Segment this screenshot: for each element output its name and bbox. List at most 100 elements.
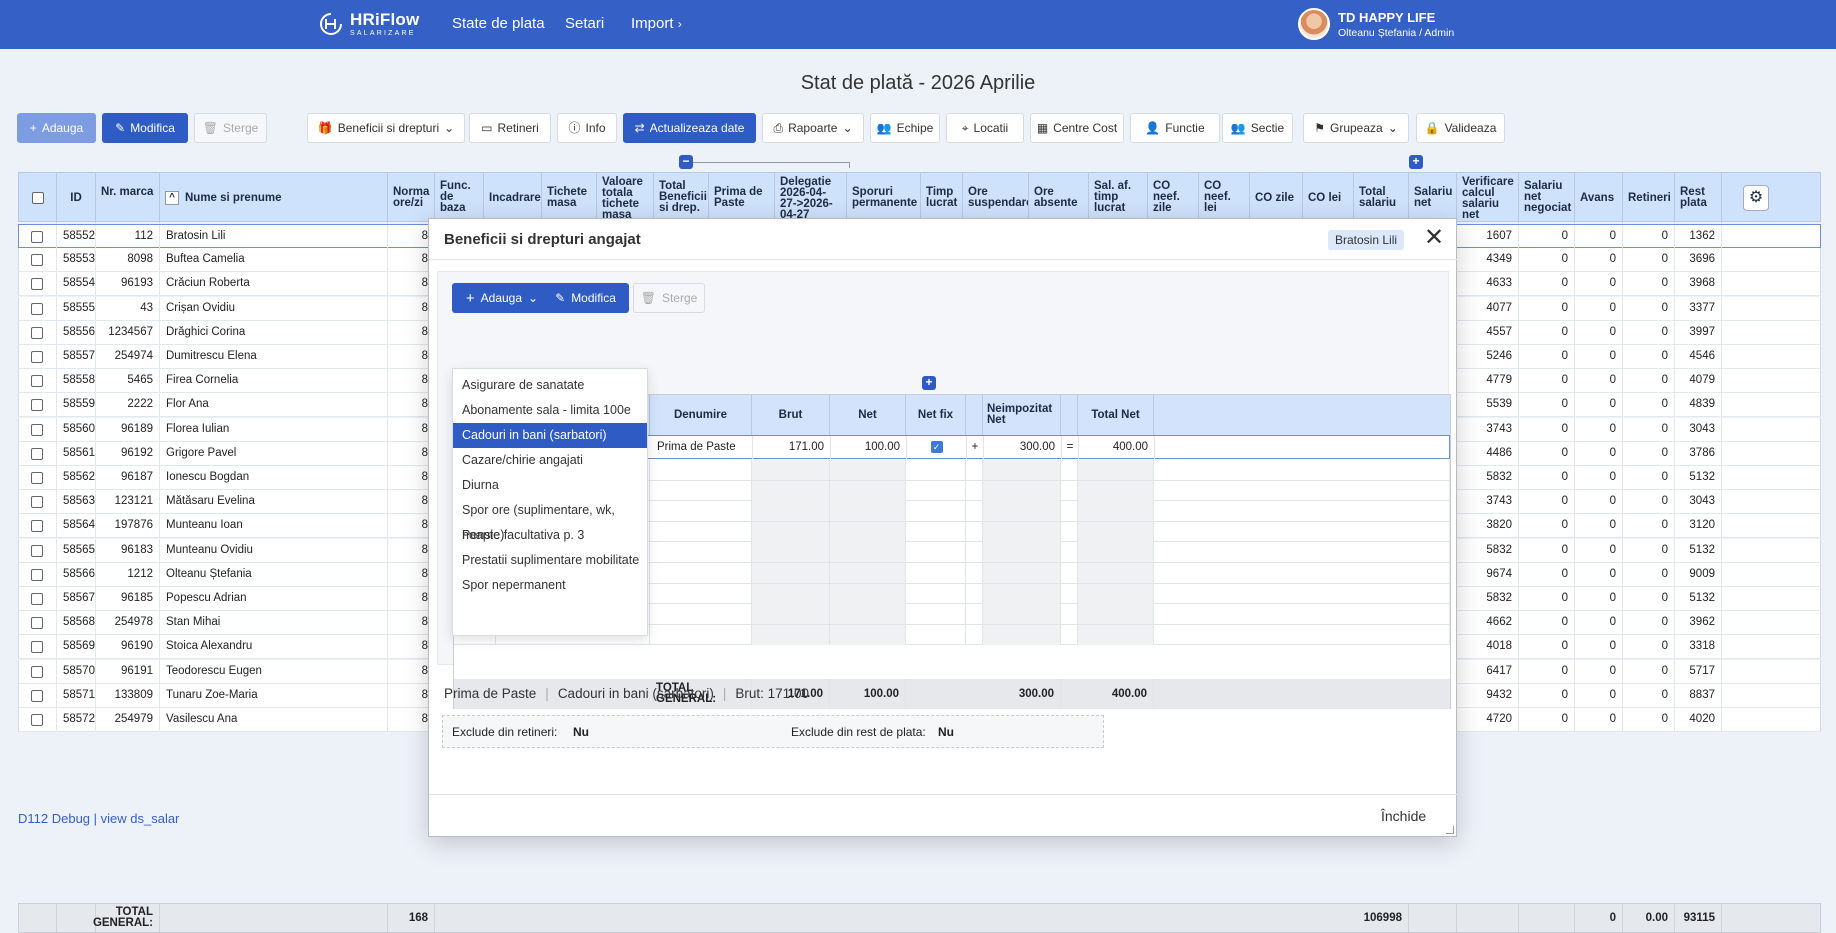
col-ore-absente[interactable]: Ore absente xyxy=(1029,173,1089,223)
col-timp-lucrat[interactable]: Timp lucrat xyxy=(921,173,963,223)
row-checkbox[interactable] xyxy=(31,302,43,315)
close-button[interactable]: Închide xyxy=(1381,808,1426,824)
col-valoare-tichete[interactable]: Valoare totala tichete masa xyxy=(597,173,654,223)
edit-button[interactable]: ✎ Modifica xyxy=(102,113,188,143)
col-prima-paste[interactable]: Prima de Paste xyxy=(709,173,775,223)
info-button[interactable]: ⓘ Info xyxy=(557,113,617,143)
col-net-negociat[interactable]: Salariu net negociat xyxy=(1519,173,1575,223)
col-sal-af[interactable]: Sal. af. timp lucrat xyxy=(1089,173,1148,223)
col-ore-suspendare[interactable]: Ore suspendare xyxy=(963,173,1029,223)
col-co-neef-zile[interactable]: CO neef. zile xyxy=(1148,173,1199,223)
cell-neg: 0 xyxy=(1519,587,1575,610)
group-dropdown-button[interactable]: ⚑ Grupeaza ⌄ xyxy=(1303,113,1409,143)
debug-link[interactable]: D112 Debug | view ds_salar xyxy=(18,811,179,826)
function-button[interactable]: 👤 Functie xyxy=(1130,113,1220,143)
row-checkbox[interactable] xyxy=(31,617,43,630)
col-rest-plata[interactable]: Rest plata xyxy=(1675,173,1722,223)
net-fix-checkbox[interactable]: ✓ xyxy=(930,441,943,453)
row-checkbox[interactable] xyxy=(31,496,43,509)
sub-col-net[interactable]: Net xyxy=(830,395,906,435)
row-checkbox[interactable] xyxy=(31,399,43,412)
modal-edit-button[interactable]: ✎ Modifica xyxy=(542,283,629,313)
col-co-lei[interactable]: CO lei xyxy=(1303,173,1354,223)
resize-handle[interactable] xyxy=(1446,826,1454,834)
close-icon[interactable]: ✕ xyxy=(1424,226,1444,250)
update-data-button[interactable]: ⇄ Actualizeaza date xyxy=(623,113,756,143)
section-button[interactable]: 👥 Sectie xyxy=(1222,113,1293,143)
dropdown-item[interactable]: Cazare/chirie angajati xyxy=(453,448,647,473)
dropdown-item[interactable]: Spor ore (suplimentare, wk, noapte) xyxy=(453,498,647,542)
row-checkbox[interactable] xyxy=(31,231,43,243)
row-checkbox[interactable] xyxy=(31,593,43,605)
row-checkbox[interactable] xyxy=(31,447,43,460)
dropdown-item[interactable]: Pensie facultativa p. 3 xyxy=(453,523,647,548)
nav-import[interactable]: Import › xyxy=(631,15,682,32)
teams-button[interactable]: 👥 Echipe xyxy=(870,113,940,143)
row-checkbox[interactable] xyxy=(31,665,43,678)
reports-dropdown-button[interactable]: ⎙ Rapoarte ⌄ xyxy=(762,113,864,143)
validate-button[interactable]: 🔒 Valideaza xyxy=(1416,113,1505,143)
dropdown-item[interactable]: Asigurare de sanatate xyxy=(453,373,647,398)
col-avans[interactable]: Avans xyxy=(1575,173,1623,223)
sub-col-net-fix[interactable]: Net fix xyxy=(906,395,966,435)
col-sporuri[interactable]: Sporuri permanente xyxy=(847,173,921,223)
col-retineri[interactable]: Retineri xyxy=(1623,173,1675,223)
user-menu[interactable]: TD HAPPY LIFE Olteanu Ștefania / Admin xyxy=(1298,8,1454,40)
dropdown-item[interactable]: Spor nepermanent xyxy=(453,573,647,598)
row-checkbox[interactable] xyxy=(31,568,43,581)
dropdown-item[interactable]: Prestatii suplimentare mobilitate xyxy=(453,548,647,573)
sub-col-total-net[interactable]: Total Net xyxy=(1078,395,1154,435)
modal-delete-button[interactable]: 🗑 Sterge xyxy=(633,283,705,313)
cell-rest: 3120 xyxy=(1675,514,1722,538)
col-norma[interactable]: Norma ore/zi xyxy=(388,173,435,223)
sub-col-neimpozitat[interactable]: Neimpozitat Net xyxy=(983,395,1061,435)
row-checkbox[interactable] xyxy=(31,689,43,702)
row-checkbox[interactable] xyxy=(31,641,43,654)
col-marca[interactable]: Nr. marca xyxy=(96,173,160,223)
gear-icon[interactable]: ⚙ xyxy=(1743,185,1769,211)
row-checkbox[interactable] xyxy=(31,423,43,436)
modal-add-dropdown-button[interactable]: + Adauga ⌄ xyxy=(452,283,552,313)
add-button[interactable]: + Adauga xyxy=(17,113,96,143)
collapse-columns-icon[interactable]: − xyxy=(679,155,693,169)
benefits-dropdown-button[interactable]: 🎁 Beneficii si drepturi ⌄ xyxy=(307,113,465,143)
cell-neg: 0 xyxy=(1519,708,1575,731)
row-checkbox[interactable] xyxy=(31,278,43,291)
dropdown-item-selected[interactable]: Cadouri in bani (sarbatori) xyxy=(453,423,647,448)
expand-columns-icon[interactable]: + xyxy=(1409,155,1423,169)
row-checkbox[interactable] xyxy=(31,351,43,363)
row-checkbox[interactable] xyxy=(31,326,43,339)
row-checkbox[interactable] xyxy=(31,544,43,557)
dropdown-item[interactable]: Abonamente sala - limita 100e xyxy=(453,398,647,423)
logo[interactable]: HRiFlow SALARIZARE xyxy=(318,11,419,37)
col-verificare[interactable]: Verificare calcul salariu net xyxy=(1457,173,1519,223)
col-total-salariu[interactable]: Total salariu xyxy=(1354,173,1409,223)
dropdown-item[interactable]: Diurna xyxy=(453,473,647,498)
retineri-button[interactable]: ▭ Retineri xyxy=(469,113,551,143)
col-id[interactable]: ID xyxy=(57,173,96,223)
locations-button[interactable]: ⌖ Locatii xyxy=(946,113,1024,143)
nav-setari[interactable]: Setari xyxy=(565,15,604,32)
col-co-zile[interactable]: CO zile xyxy=(1250,173,1303,223)
col-salariu-net[interactable]: Salariu net xyxy=(1409,173,1457,223)
row-checkbox[interactable] xyxy=(31,472,43,484)
nav-state-de-plata[interactable]: State de plata xyxy=(452,15,545,32)
col-total-beneficii[interactable]: Total Beneficii si drep. xyxy=(654,173,709,223)
sub-col-denumire[interactable]: Denumire xyxy=(650,395,752,435)
row-checkbox[interactable] xyxy=(31,714,43,726)
delete-button[interactable]: 🗑 Sterge xyxy=(194,113,267,143)
row-checkbox[interactable] xyxy=(31,254,43,267)
col-tichete[interactable]: Tichete masa xyxy=(542,173,597,223)
col-delegatie[interactable]: Delegatie 2026-04-27->2026-04-27 xyxy=(775,173,847,223)
cell-filler xyxy=(1722,490,1820,513)
row-checkbox[interactable] xyxy=(31,375,43,388)
col-func-baza[interactable]: Func. de baza xyxy=(435,173,484,223)
col-co-neef-lei[interactable]: CO neef. lei xyxy=(1199,173,1250,223)
select-all-checkbox[interactable] xyxy=(31,192,44,204)
expand-columns-icon[interactable]: + xyxy=(922,376,936,390)
sub-col-brut[interactable]: Brut xyxy=(752,395,830,435)
col-incadrare[interactable]: Incadrare xyxy=(484,173,542,223)
row-checkbox[interactable] xyxy=(31,520,43,533)
cost-centers-button[interactable]: ▦ Centre Cost xyxy=(1030,113,1124,143)
col-name[interactable]: ^ Nume si prenume xyxy=(160,173,388,223)
